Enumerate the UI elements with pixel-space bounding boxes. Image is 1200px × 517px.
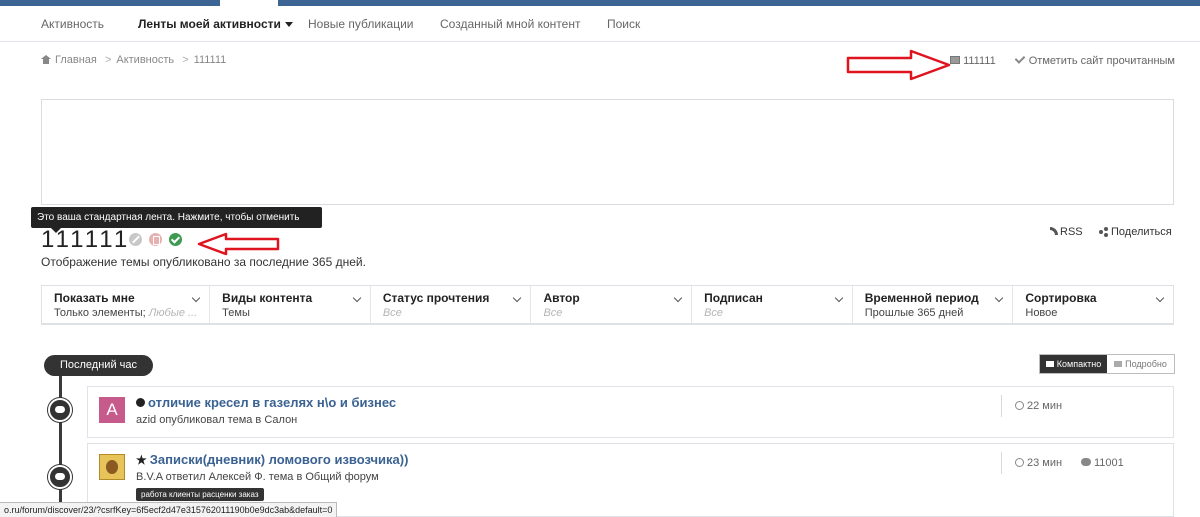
share-label: Поделиться xyxy=(1111,226,1172,238)
timeline-comment-icon xyxy=(48,398,72,422)
view-toggle: Компактно Подробно xyxy=(1039,354,1175,374)
filter-value: Темы xyxy=(222,307,250,319)
unread-dot-icon xyxy=(136,398,145,407)
timeline-line xyxy=(59,372,62,517)
red-annotation-arrow xyxy=(846,49,951,81)
check-icon xyxy=(1014,53,1026,64)
clock-icon xyxy=(1015,458,1024,467)
delete-trash-icon[interactable] xyxy=(149,233,162,246)
star-icon: ★ xyxy=(136,453,147,467)
item-time-text: 23 мин xyxy=(1027,457,1063,469)
timeline-period-label: Последний час xyxy=(44,355,153,376)
topic-title-link[interactable]: отличие кресел в газелях н\о и бизнес xyxy=(136,395,396,410)
filter-value: Все xyxy=(543,307,563,319)
filter-title: Сортировка xyxy=(1025,291,1097,305)
filter-value: Новое xyxy=(1025,307,1058,319)
item-meta: B.V.A ответил Алексей Ф. тема в Общий фо… xyxy=(136,471,379,483)
breadcrumb-separator: > xyxy=(104,54,112,66)
item-meta: azid опубликовал тема в Салон xyxy=(136,414,298,426)
nav-tab-my-streams[interactable]: Ленты моей активности xyxy=(138,6,293,42)
filter-time-period[interactable]: Временной период Прошлые 365 дней xyxy=(853,286,1014,323)
topic-title-text: отличие кресел в газелях н\о и бизнес xyxy=(148,395,397,410)
filter-value: Прошлые 365 дней xyxy=(864,307,964,319)
rss-icon xyxy=(1050,227,1058,235)
red-annotation-arrow-left xyxy=(197,232,280,256)
breadcrumb-home[interactable]: Главная xyxy=(55,54,97,66)
item-time: 22 мин xyxy=(1015,400,1062,412)
rss-label: RSS xyxy=(1060,226,1083,238)
comment-count: 11001 xyxy=(1081,457,1124,469)
comment-count-text: 11001 xyxy=(1094,457,1124,469)
breadcrumb: Главная > Активность >111111 xyxy=(41,54,226,66)
stream-description: Отображение темы опубликовано за последн… xyxy=(41,255,366,269)
nav-tab-search[interactable]: Поиск xyxy=(607,6,640,42)
nav-tab-my-streams-label: Ленты моей активности xyxy=(138,17,281,31)
topic-title-link[interactable]: ★ Записки(дневник) ломового извозчика)) xyxy=(136,452,408,467)
topic-tag[interactable]: работа клиенты расценки заказ xyxy=(136,488,264,501)
filter-author[interactable]: Автор Все xyxy=(531,286,693,323)
nav-tab-my-content[interactable]: Созданный мной контент xyxy=(440,6,580,42)
filter-sort[interactable]: Сортировка Новое xyxy=(1013,286,1173,323)
filter-title: Виды контента xyxy=(222,291,313,305)
filter-bar: Показать мне Только элементы; Любые ... … xyxy=(41,285,1174,325)
filter-read-status[interactable]: Статус прочтения Все xyxy=(371,286,532,323)
mark-site-read-link[interactable]: Отметить сайт прочитанным xyxy=(1014,53,1175,67)
breadcrumb-separator: > xyxy=(182,54,189,66)
topic-title-text: Записки(дневник) ломового извозчика)) xyxy=(149,452,409,467)
item-time: 23 мин xyxy=(1015,457,1062,469)
filter-title: Автор xyxy=(543,291,580,305)
item-time-text: 22 мин xyxy=(1027,400,1063,412)
filter-show-me[interactable]: Показать мне Только элементы; Любые ... xyxy=(42,286,211,323)
stream-title: 111111 xyxy=(41,226,131,253)
filter-value: Все xyxy=(704,307,724,319)
share-icon xyxy=(1099,227,1108,237)
caret-down-icon xyxy=(284,22,293,28)
default-feed-link[interactable]: 111111 xyxy=(950,55,996,67)
filter-title: Статус прочтения xyxy=(382,291,490,305)
column-divider xyxy=(1001,395,1002,417)
breadcrumb-current: 111111 xyxy=(193,54,227,66)
ad-banner-area xyxy=(41,99,1174,205)
nav-tab-new-posts[interactable]: Новые публикации xyxy=(308,6,414,42)
filter-value: Все xyxy=(382,307,402,319)
clock-icon xyxy=(1015,401,1024,410)
list-icon xyxy=(1045,361,1054,367)
avatar[interactable] xyxy=(99,454,125,480)
default-stream-tooltip: Это ваша стандартная лента. Нажмите, что… xyxy=(31,207,322,233)
filter-content-types[interactable]: Виды контента Темы xyxy=(210,286,371,323)
mark-site-read-label: Отметить сайт прочитанным xyxy=(1028,55,1175,67)
filter-title: Временной период xyxy=(864,291,979,305)
default-check-icon[interactable] xyxy=(169,233,182,246)
breadcrumb-activity[interactable]: Активность xyxy=(116,54,174,66)
top-right-actions: 111111 Отметить сайт прочитанным xyxy=(950,53,1175,67)
filter-title: Подписан xyxy=(704,291,763,305)
filter-value: Только элементы; Любые ... xyxy=(54,307,198,319)
avatar[interactable]: A xyxy=(99,397,125,423)
nav-tab-activity[interactable]: Активность xyxy=(41,6,104,42)
view-detailed-button[interactable]: Подробно xyxy=(1107,355,1174,373)
view-compact-button[interactable]: Компактно xyxy=(1040,355,1107,373)
share-link[interactable]: Поделиться xyxy=(1099,226,1172,238)
edit-pencil-icon[interactable] xyxy=(129,233,142,246)
stream-item[interactable]: A отличие кресел в газелях н\о и бизнес … xyxy=(87,386,1174,438)
home-icon xyxy=(41,55,51,64)
column-divider xyxy=(1001,452,1002,474)
rss-link[interactable]: RSS xyxy=(1050,226,1083,238)
timeline-comment-icon xyxy=(48,465,72,489)
comment-bubble-icon xyxy=(1081,458,1091,466)
filter-followed[interactable]: Подписан Все xyxy=(692,286,853,323)
secondary-nav: Активность Ленты моей активности Новые п… xyxy=(0,6,1200,42)
browser-status-url: o.ru/forum/discover/23/?csrfKey=6f5ecf2d… xyxy=(0,502,338,517)
view-compact-label: Компактно xyxy=(1056,359,1102,369)
default-feed-label: 111111 xyxy=(963,55,996,67)
view-detailed-label: Подробно xyxy=(1125,359,1167,369)
filter-title: Показать мне xyxy=(54,291,135,305)
expanded-icon xyxy=(1114,361,1123,367)
